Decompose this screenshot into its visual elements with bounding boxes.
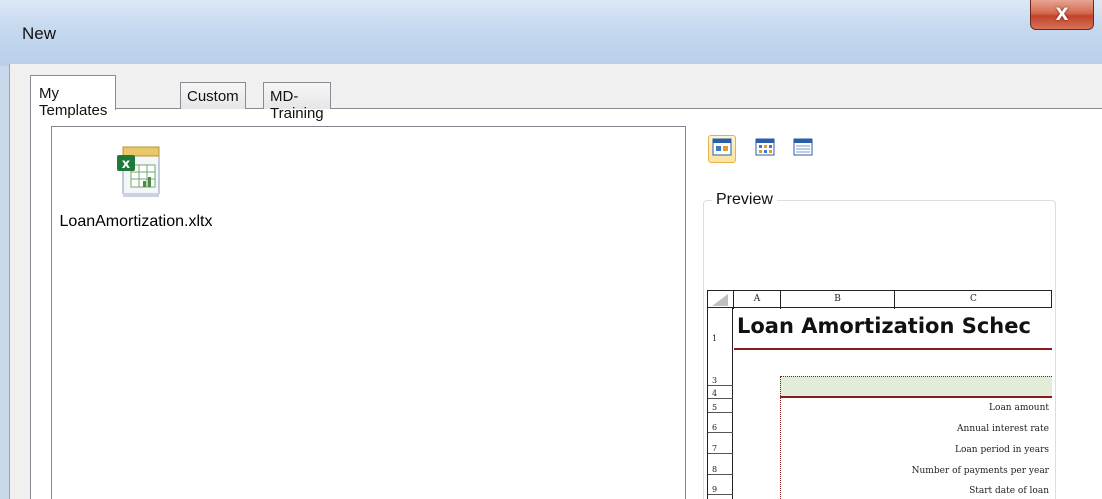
list-view-icon — [755, 138, 775, 161]
row-number: 7 — [708, 444, 733, 454]
preview-image: A B C 1 3 4 5 6 7 8 9 Loan Amortization … — [707, 290, 1052, 499]
title-bar[interactable]: New X — [0, 0, 1102, 66]
column-header-b: B — [781, 291, 895, 309]
input-label: Annual interest rate — [957, 424, 1049, 434]
sheet-corner — [708, 291, 734, 309]
svg-text:x: x — [122, 157, 131, 172]
column-header-a: A — [734, 291, 781, 309]
row-number: 4 — [708, 389, 733, 399]
input-label: Loan amount — [989, 403, 1049, 413]
row-number: 9 — [708, 485, 733, 495]
input-label: Loan period in years — [955, 445, 1049, 455]
excel-template-icon: x — [107, 143, 173, 203]
row-number: 3 — [708, 376, 733, 386]
row-number: 1 — [712, 334, 718, 343]
input-area: Loan amount Annual interest rate Loan pe… — [780, 398, 1052, 499]
header-band — [780, 376, 1052, 396]
tab-custom[interactable]: Custom — [180, 82, 246, 109]
details-view-button[interactable] — [789, 135, 817, 163]
tab-my-templates[interactable]: My Templates — [30, 75, 117, 119]
large-icons-view-button[interactable] — [708, 135, 736, 163]
tab-my-templates-label: My Templates — [39, 85, 108, 119]
sheet-row-headers: 1 3 4 5 6 7 8 9 — [707, 308, 733, 499]
tab-custom-label: Custom — [187, 88, 239, 105]
close-button[interactable]: X — [1030, 0, 1094, 30]
sheet-title: Loan Amortization Schec — [737, 314, 1031, 338]
template-file-label: LoanAmortization.xltx — [59, 213, 213, 230]
input-label: Number of payments per year — [911, 466, 1049, 476]
dialog-title: New — [22, 24, 57, 43]
new-dialog: New X My Templates Custom MD-Training x … — [0, 0, 1102, 499]
column-header-c: C — [970, 294, 977, 304]
input-label: Start date of loan — [969, 486, 1049, 496]
row-number: 8 — [708, 465, 733, 475]
list-view-button[interactable] — [751, 135, 779, 163]
row-number: 5 — [708, 403, 733, 413]
template-list[interactable]: x LoanAmortization.xltx — [51, 126, 686, 499]
tab-md-training[interactable]: MD-Training — [263, 82, 331, 122]
preview-label: Preview — [712, 191, 777, 209]
close-icon: X — [1055, 4, 1069, 25]
row-number: 6 — [708, 423, 733, 433]
title-rule — [734, 348, 1052, 350]
large-icons-view-icon — [712, 138, 732, 161]
sheet-column-headers: A B C — [707, 290, 1052, 309]
details-view-icon — [793, 138, 813, 161]
tab-md-training-label: MD-Training — [270, 88, 324, 122]
